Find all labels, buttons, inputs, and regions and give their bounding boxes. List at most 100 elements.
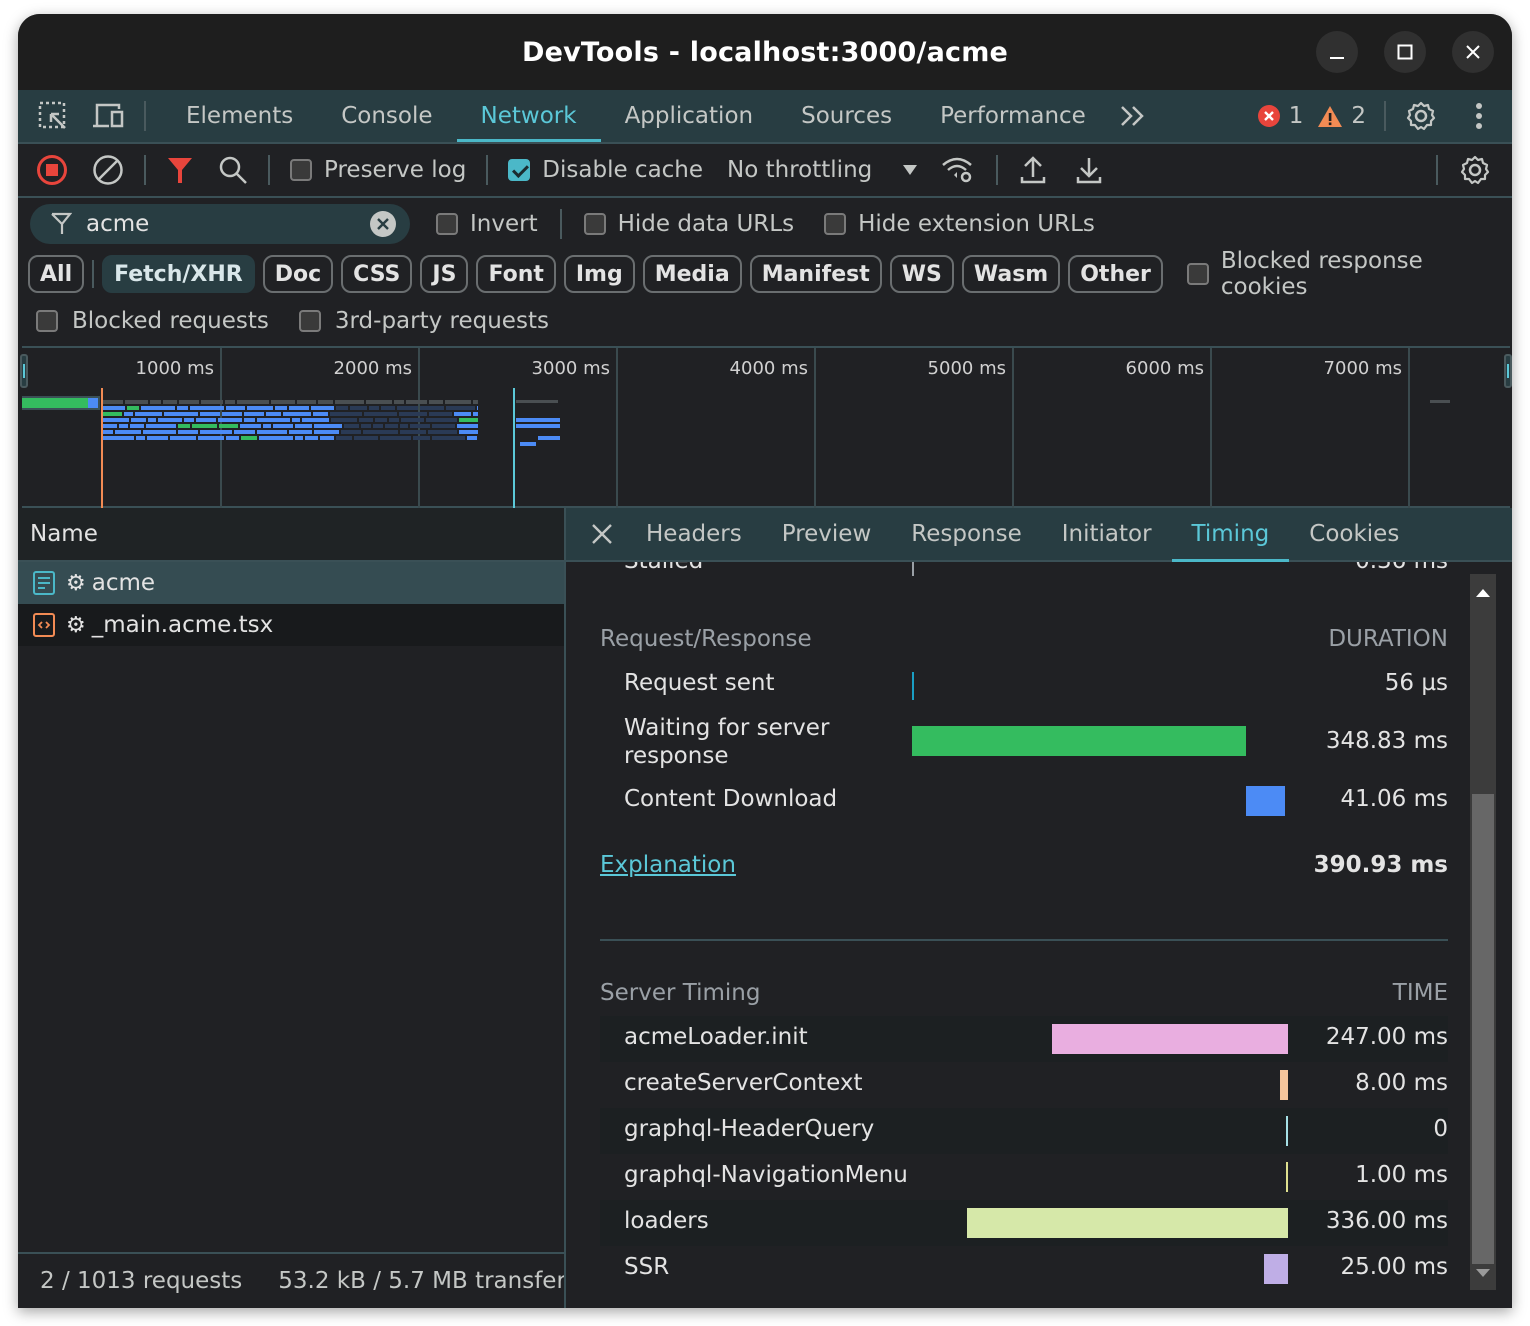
overview-request-bar bbox=[318, 400, 333, 404]
title-bar: DevTools - localhost:3000/acme bbox=[18, 14, 1512, 90]
script-icon bbox=[33, 613, 55, 637]
type-filter-other[interactable]: Other bbox=[1068, 255, 1163, 293]
waiting-bar bbox=[912, 726, 1247, 756]
tab-timing[interactable]: Timing bbox=[1171, 508, 1290, 562]
more-options-button[interactable] bbox=[1464, 99, 1494, 133]
overview-request-bar bbox=[432, 424, 455, 428]
type-filter-fetch-xhr[interactable]: Fetch/XHR bbox=[102, 255, 255, 293]
overview-request-bar bbox=[271, 400, 295, 404]
server-timing-label: loaders bbox=[624, 1208, 709, 1234]
column-header-name[interactable]: Name bbox=[18, 508, 564, 562]
explanation-link[interactable]: Explanation bbox=[600, 852, 736, 878]
search-button[interactable] bbox=[218, 154, 248, 186]
tab-cookies[interactable]: Cookies bbox=[1289, 508, 1419, 560]
overview-request-bar bbox=[394, 400, 404, 404]
minimize-button[interactable] bbox=[1316, 31, 1358, 73]
overview-left-handle[interactable] bbox=[20, 354, 28, 388]
hide-extension-urls-checkbox[interactable] bbox=[824, 213, 847, 235]
overview-request-bar bbox=[330, 412, 362, 416]
blocked-requests-checkbox[interactable] bbox=[36, 310, 58, 332]
preserve-log-checkbox[interactable] bbox=[290, 159, 312, 181]
export-har-button[interactable] bbox=[1074, 154, 1104, 186]
tab-preview[interactable]: Preview bbox=[762, 508, 892, 560]
hide-extension-urls-label: Hide extension URLs bbox=[858, 211, 1095, 237]
section-divider bbox=[600, 939, 1448, 941]
import-har-button[interactable] bbox=[1018, 154, 1048, 186]
type-filter-wasm[interactable]: Wasm bbox=[961, 255, 1061, 293]
settings-button[interactable] bbox=[1404, 99, 1438, 133]
clear-button[interactable] bbox=[92, 154, 124, 186]
filter-input[interactable]: acme bbox=[86, 211, 149, 237]
request-row[interactable]: ⚙ acme bbox=[18, 562, 564, 604]
tab-headers[interactable]: Headers bbox=[626, 508, 762, 560]
filter-input-box[interactable]: acme bbox=[30, 204, 410, 244]
stalled-bar bbox=[912, 562, 914, 576]
request-name: _main.acme.tsx bbox=[91, 612, 274, 638]
tab-initiator[interactable]: Initiator bbox=[1042, 508, 1172, 560]
maximize-button[interactable] bbox=[1384, 31, 1426, 73]
tab-sources[interactable]: Sources bbox=[777, 90, 916, 142]
overview-gridline bbox=[418, 348, 420, 508]
tab-network[interactable]: Network bbox=[456, 90, 601, 142]
toolbar-divider bbox=[144, 101, 146, 131]
type-filter-css[interactable]: CSS bbox=[341, 255, 413, 293]
content-download-bar bbox=[1246, 786, 1286, 816]
server-timing-row: createServerContext 8.00 ms bbox=[600, 1062, 1448, 1108]
tab-elements[interactable]: Elements bbox=[162, 90, 317, 142]
server-timing-value: 0 bbox=[1433, 1116, 1448, 1142]
tab-performance[interactable]: Performance bbox=[916, 90, 1110, 142]
type-filter-doc[interactable]: Doc bbox=[262, 255, 334, 293]
close-icon bbox=[592, 524, 612, 544]
network-conditions-button[interactable] bbox=[940, 154, 976, 186]
third-party-requests-checkbox[interactable] bbox=[298, 310, 321, 332]
overview-request-bar bbox=[375, 418, 387, 422]
scroll-up-arrow-icon[interactable] bbox=[1470, 580, 1496, 606]
close-details-button[interactable] bbox=[590, 522, 614, 546]
overview-request-bar bbox=[380, 436, 411, 440]
type-filter-img[interactable]: Img bbox=[563, 255, 635, 293]
throttling-select[interactable]: No throttling bbox=[727, 157, 918, 183]
disable-cache-checkbox[interactable] bbox=[508, 159, 531, 181]
overview-request-bar bbox=[289, 430, 312, 434]
more-tabs-button[interactable] bbox=[1118, 101, 1148, 131]
network-settings-button[interactable] bbox=[1458, 153, 1492, 187]
type-filter-js[interactable]: JS bbox=[420, 255, 469, 293]
network-overview-timeline[interactable]: 1000 ms 2000 ms 3000 ms 4000 ms 5000 ms 6000 … bbox=[20, 346, 1512, 508]
type-filter-media[interactable]: Media bbox=[642, 255, 742, 293]
overview-request-bar bbox=[344, 424, 359, 428]
clear-filter-button[interactable] bbox=[370, 211, 396, 237]
type-filter-ws[interactable]: WS bbox=[889, 255, 954, 293]
device-toolbar-button[interactable] bbox=[90, 99, 126, 133]
server-timing-bar bbox=[1264, 1254, 1288, 1284]
hide-data-urls-checkbox[interactable] bbox=[583, 213, 606, 235]
overview-request-bar bbox=[473, 412, 478, 416]
type-filter-font[interactable]: Font bbox=[476, 255, 556, 293]
overview-request-bar bbox=[163, 400, 177, 404]
invert-checkbox[interactable] bbox=[436, 213, 458, 235]
stop-recording-button[interactable] bbox=[36, 154, 68, 186]
type-filter-all[interactable]: All bbox=[28, 255, 85, 293]
overview-request-bar bbox=[146, 424, 176, 428]
blocked-response-cookies-checkbox[interactable] bbox=[1186, 263, 1209, 285]
filter-toggle-button[interactable] bbox=[166, 154, 194, 186]
server-timing-row: graphql-HeaderQuery 0 bbox=[600, 1108, 1448, 1154]
close-window-button[interactable] bbox=[1452, 31, 1494, 73]
overview-right-handle[interactable] bbox=[1504, 354, 1512, 388]
overview-request-bar bbox=[22, 398, 88, 408]
overview-gridline bbox=[1012, 348, 1014, 508]
type-filter-manifest[interactable]: Manifest bbox=[749, 255, 882, 293]
inspect-element-button[interactable] bbox=[36, 99, 70, 133]
tab-console[interactable]: Console bbox=[317, 90, 456, 142]
issues-counter[interactable]: 1 2 bbox=[1257, 103, 1366, 129]
toolbar-divider bbox=[92, 260, 95, 288]
overview-request-bar bbox=[336, 436, 352, 440]
request-row[interactable]: ⚙ _main.acme.tsx bbox=[18, 604, 564, 646]
timing-scrollbar[interactable] bbox=[1470, 574, 1496, 1290]
overview-request-bar bbox=[184, 418, 194, 422]
scroll-down-arrow-icon[interactable] bbox=[1470, 1260, 1496, 1286]
scrollbar-thumb[interactable] bbox=[1472, 794, 1494, 1264]
overview-request-bar bbox=[135, 412, 162, 416]
tab-response[interactable]: Response bbox=[891, 508, 1041, 560]
server-timing-row: SSR 25.00 ms bbox=[600, 1246, 1448, 1292]
tab-application[interactable]: Application bbox=[601, 90, 778, 142]
